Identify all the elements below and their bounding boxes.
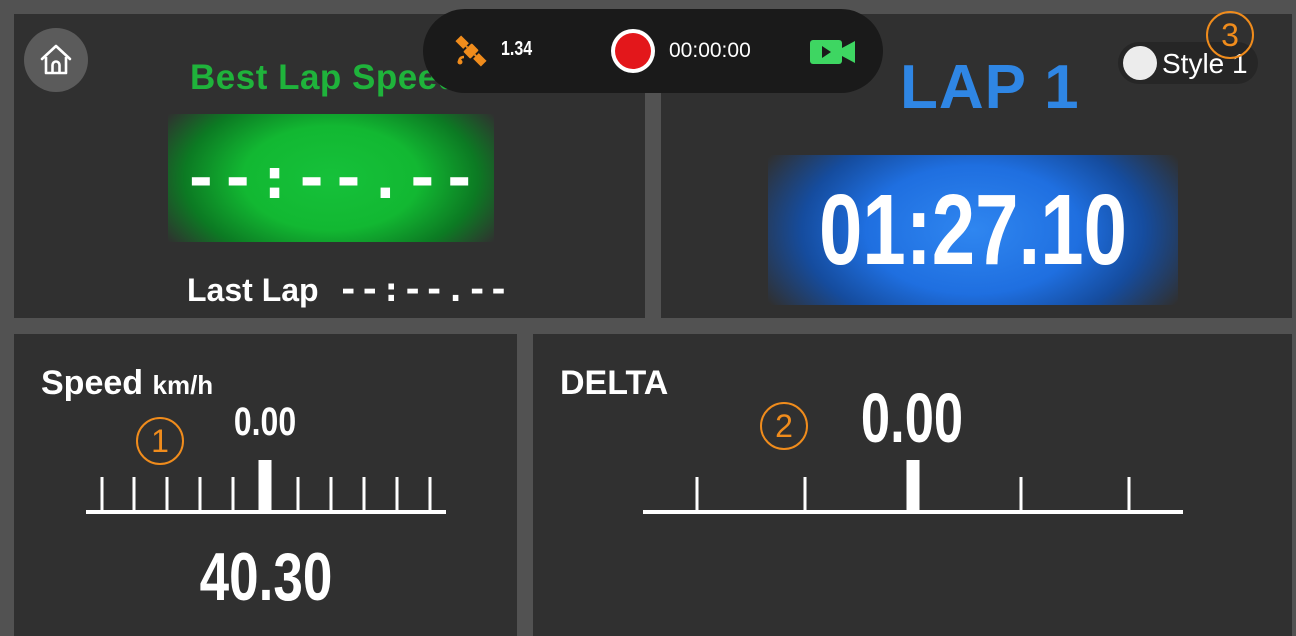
callout-1: 1 <box>136 417 184 465</box>
video-camera-icon[interactable] <box>809 37 857 67</box>
delta-title: DELTA <box>560 364 669 402</box>
last-lap-label: Last Lap <box>187 272 319 308</box>
last-lap-value: --:--.-- <box>338 270 510 310</box>
speed-scale-baseline <box>86 510 446 514</box>
scale-tick <box>198 477 202 510</box>
best-lap-title: Best Lap Speed <box>190 58 460 97</box>
status-toolbar: 1.34 00:00:00 <box>423 9 883 93</box>
scale-tick <box>395 477 399 510</box>
speed-value: 40.30 <box>199 539 333 615</box>
delta-scale <box>643 460 1183 514</box>
speed-unit: km/h <box>152 370 214 400</box>
callout-2: 2 <box>760 402 808 450</box>
satellite-icon <box>455 35 487 67</box>
home-button[interactable] <box>24 28 88 92</box>
scale-tick <box>329 477 333 510</box>
record-timer: 00:00:00 <box>669 39 751 62</box>
record-button[interactable] <box>611 29 655 73</box>
scale-center-tick <box>258 460 272 510</box>
lap-number-title: LAP 1 <box>900 53 1080 122</box>
home-icon <box>40 44 72 75</box>
speed-title: Speed km/h <box>41 364 213 403</box>
scale-tick <box>362 477 366 510</box>
speed-title-text: Speed <box>41 364 144 402</box>
scale-tick <box>1127 477 1131 510</box>
scale-center-tick <box>906 460 920 510</box>
scale-tick <box>1019 477 1023 510</box>
speed-scale-reading: 0.00 <box>233 400 297 444</box>
scale-tick <box>132 477 136 510</box>
toggle-knob[interactable] <box>1123 46 1157 80</box>
best-lap-value: --:--.-- <box>183 144 479 212</box>
scale-tick <box>165 477 169 510</box>
scale-tick <box>296 477 300 510</box>
lap-time-value: 01:27.10 <box>819 173 1127 286</box>
scale-tick <box>428 477 432 510</box>
delta-scale-baseline <box>643 510 1183 514</box>
scale-tick <box>803 477 807 510</box>
gps-signal-value: 1.34 <box>501 38 533 60</box>
delta-value: 0.00 <box>860 379 964 457</box>
speed-scale <box>86 460 446 514</box>
callout-3: 3 <box>1206 11 1254 59</box>
scale-tick <box>231 477 235 510</box>
scale-tick <box>100 477 104 510</box>
scale-tick <box>695 477 699 510</box>
